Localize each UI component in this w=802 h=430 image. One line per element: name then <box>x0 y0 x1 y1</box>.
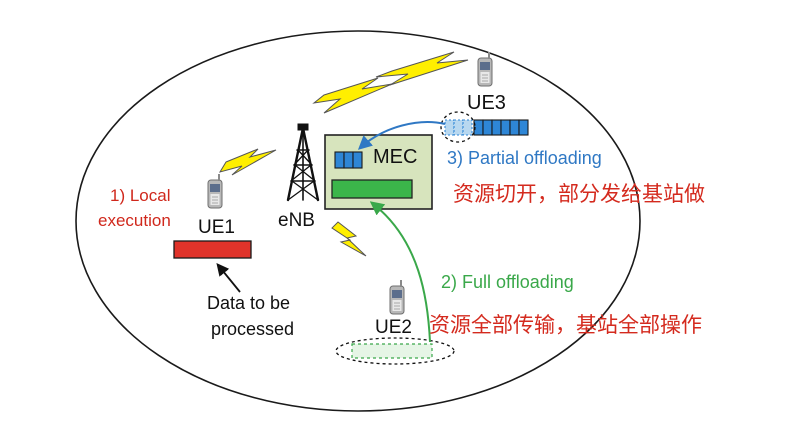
ue2-task-block <box>351 343 433 359</box>
lightning-icon <box>375 51 469 86</box>
local-execution-label-line1: 1) Local <box>110 186 171 205</box>
data-to-be-label-line1: Data to be <box>207 293 291 313</box>
phone-icon <box>207 173 223 209</box>
partial-offloading-note: 资源切开，部分发给基站做 <box>453 182 705 206</box>
lightning-icon <box>331 221 367 257</box>
local-execution-label-line2: execution <box>98 211 171 230</box>
phone-icon <box>477 51 493 87</box>
mec-full-task-block <box>331 179 413 199</box>
full-offloading-label: 2) Full offloading <box>441 272 574 292</box>
partial-offloading-label: 3) Partial offloading <box>447 148 602 168</box>
enb-label: eNB <box>278 210 315 231</box>
tower-icon <box>286 123 320 202</box>
data-to-be-label-line2: processed <box>211 319 295 339</box>
ue3-label: UE3 <box>467 92 506 114</box>
ue3-task-queue <box>444 119 529 136</box>
ue2-label: UE2 <box>375 317 412 338</box>
mec-partial-task-block <box>334 151 363 169</box>
mec-label: MEC <box>373 146 418 168</box>
ue1-local-task-block <box>173 240 252 259</box>
offloading-diagram: UE3 MEC 3) Partial offloading 资源切开，部分发给基… <box>0 0 802 430</box>
ue1-label: UE1 <box>198 217 235 238</box>
full-offloading-note: 资源全部传输，基站全部操作 <box>429 313 702 337</box>
lightning-icon <box>312 77 393 114</box>
lightning-icon <box>218 148 277 176</box>
phone-icon <box>389 279 405 315</box>
data-pointer-arrow <box>216 263 241 293</box>
